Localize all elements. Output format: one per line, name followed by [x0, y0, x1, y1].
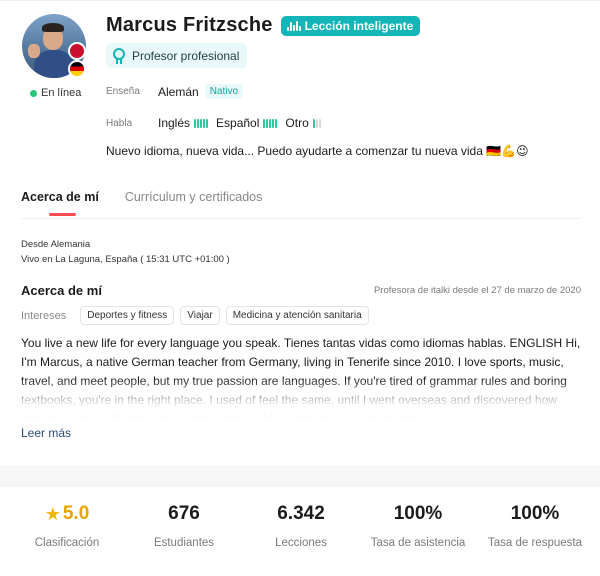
stat-attendance: 100% Tasa de asistencia — [358, 502, 478, 549]
tab-active-indicator — [49, 213, 76, 216]
speaks-label: Habla — [106, 118, 133, 129]
lives-in: Vivo en La Laguna, España ( 15:31 UTC +0… — [21, 254, 230, 265]
award-icon — [112, 47, 126, 64]
stat-attendance-label: Tasa de asistencia — [370, 537, 466, 549]
stat-lessons-label: Lecciones — [275, 537, 327, 549]
tabs-divider — [21, 218, 581, 219]
speaks-language-other: Otro — [285, 116, 309, 130]
uk-flag-icon — [68, 42, 86, 60]
teaches-row: Alemán Nativo — [158, 84, 244, 99]
interest-chip: Medicina y atención sanitaria — [225, 306, 369, 325]
online-dot-icon — [30, 89, 37, 97]
online-status: En línea — [30, 87, 81, 99]
stat-lessons-value: 6.342 — [277, 503, 325, 524]
speaks-language-english: Inglés — [158, 116, 191, 130]
avatar[interactable] — [22, 14, 86, 78]
level-bars-icon — [312, 118, 321, 128]
stat-rating-label: Clasificación — [34, 537, 100, 549]
description-fade — [21, 378, 583, 420]
teaches-label: Enseña — [106, 86, 140, 97]
stat-rating-value: ★ 5.0 — [7, 502, 127, 526]
stat-students-value: 676 — [168, 503, 200, 524]
teaches-language: Alemán — [158, 84, 199, 99]
stat-response-label: Tasa de respuesta — [488, 537, 582, 549]
stat-rating: ★ 5.0 Clasificación — [7, 502, 127, 549]
teacher-profile-page: En línea Marcus Fritzsche Lección inteli… — [0, 0, 600, 576]
germany-flag-icon — [68, 60, 86, 78]
soundwave-icon — [286, 20, 301, 31]
stat-response: 100% Tasa de respuesta — [475, 502, 595, 549]
stat-students-label: Estudiantes — [153, 537, 215, 549]
stat-response-value: 100% — [510, 503, 560, 524]
interest-chip: Viajar — [180, 306, 220, 325]
tab-resume[interactable]: Currículum y certificados — [125, 190, 263, 204]
interest-chip: Deportes y fitness — [80, 306, 175, 325]
speaks-row: Inglés Español Otro — [158, 116, 325, 130]
level-bars-icon — [263, 118, 278, 128]
profile-tabs: Acerca de mí Currículum y certificados — [21, 190, 263, 216]
rating-number: 5.0 — [62, 503, 90, 524]
top-divider — [0, 0, 600, 1]
about-section-title: Acerca de mí — [21, 283, 102, 298]
teacher-name: Marcus Fritzsche — [106, 14, 273, 36]
from-country: Desde Alemania — [21, 239, 91, 250]
smart-lesson-badge[interactable]: Lección inteligente — [280, 15, 421, 36]
teacher-tagline: Nuevo idioma, nueva vida... Puedo ayudar… — [106, 144, 529, 158]
teacher-since: Profesora de italki desde el 27 de marzo… — [373, 285, 581, 296]
stat-attendance-value: 100% — [393, 503, 443, 524]
star-icon: ★ — [44, 504, 61, 524]
interests-label: Intereses — [21, 309, 67, 322]
smart-lesson-label: Lección inteligente — [304, 18, 414, 33]
tab-about[interactable]: Acerca de mí — [21, 190, 99, 216]
stat-lessons: 6.342 Lecciones — [241, 502, 361, 549]
name-row: Marcus Fritzsche Lección inteligente — [106, 14, 421, 37]
online-status-label: En línea — [41, 87, 82, 99]
interests-row: Intereses Deportes y fitness Viajar Medi… — [21, 306, 369, 325]
read-more-link[interactable]: Leer más — [21, 426, 71, 440]
native-tag: Nativo — [204, 84, 244, 99]
level-bars-icon — [194, 118, 209, 128]
tab-about-label: Acerca de mí — [21, 190, 99, 204]
speaks-language-spanish: Español — [216, 116, 260, 130]
professional-teacher-badge[interactable]: Profesor profesional — [106, 43, 248, 68]
professional-teacher-label: Profesor profesional — [132, 48, 240, 63]
stat-students: 676 Estudiantes — [124, 502, 244, 549]
